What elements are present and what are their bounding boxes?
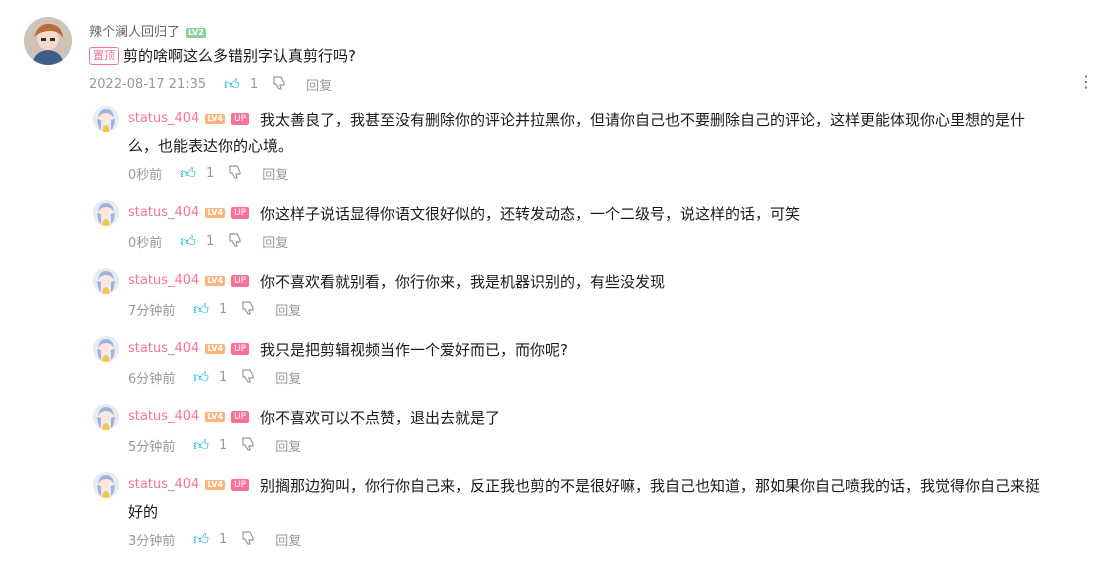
avatar-image (24, 17, 72, 65)
reply-text: 你这样子说话显得你语文很好似的，还转发动态，一个二级号，说这样的话，可笑 (260, 201, 1092, 227)
thumbs-up-icon[interactable]: 👍︎ (193, 300, 209, 319)
reply-username-row: status_404 LV4 UP (128, 341, 250, 356)
up-badge: UP (231, 206, 250, 219)
like-count: 1 (205, 234, 215, 249)
reply-meta: 5分钟前 👍︎ 1 回复 (128, 436, 301, 455)
thumbs-up-icon[interactable]: 👍︎ (224, 75, 240, 94)
up-badge: UP (231, 478, 250, 491)
reply-meta: 6分钟前 👍︎ 1 回复 (128, 368, 301, 387)
reply-button[interactable]: 回复 (275, 300, 301, 319)
avatar[interactable] (93, 404, 119, 430)
avatar[interactable] (93, 106, 119, 132)
like-count: 1 (218, 438, 228, 453)
reply-username[interactable]: status_404 (128, 341, 199, 356)
comment-time: 6分钟前 (128, 372, 176, 387)
reply-username[interactable]: status_404 (128, 273, 199, 288)
reply-button[interactable]: 回复 (262, 164, 288, 183)
thumbs-up-icon[interactable]: 👍︎ (180, 164, 196, 183)
like-count: 1 (218, 532, 228, 547)
level-badge: LV4 (205, 479, 226, 490)
reply-text: 你不喜欢看就别看，你行你来，我是机器识别的，有些没发现 (260, 269, 1092, 295)
comment-time: 5分钟前 (128, 440, 176, 455)
thumbs-down-icon[interactable] (241, 368, 255, 387)
reply-text-line: 别搁那边狗叫，你行你自己来，反正我也剪的不是很好嘛，我自己也知道，那如果你自己喷… (260, 477, 1041, 495)
reply-text-line: 你这样子说话显得你语文很好似的，还转发动态，一个二级号，说这样的话，可笑 (260, 205, 801, 223)
thumbs-down-icon[interactable] (241, 436, 255, 455)
reply-text-line: 好的 (128, 503, 159, 521)
thumbs-down-icon[interactable] (241, 530, 255, 549)
comment-time: 0秒前 (128, 168, 163, 183)
reply-meta: 7分钟前 👍︎ 1 回复 (128, 300, 301, 319)
comment-time: 2022-08-17 21:35 (89, 77, 207, 92)
reply-button[interactable]: 回复 (262, 232, 288, 251)
reply-text-line: 我只是把剪辑视频当作一个爱好而已，而你呢? (260, 341, 568, 359)
main-comment-text-row: 置顶 剪的啥啊这么多错别字认真剪行吗? (89, 45, 356, 67)
like-count: 1 (205, 166, 215, 181)
like-count: 1 (249, 77, 259, 92)
thumbs-up-icon[interactable]: 👍︎ (193, 530, 209, 549)
main-comment-meta: 2022-08-17 21:35 👍︎ 1 回复 (89, 75, 332, 94)
main-username-row: 辣个澜人回归了 LV2 (89, 21, 206, 40)
reply-text-line: 么，也能表达你的心境。 (128, 137, 294, 155)
like-count: 1 (218, 302, 228, 317)
reply-meta: 0秒前 👍︎ 1 回复 (128, 164, 288, 183)
avatar[interactable] (24, 17, 72, 65)
up-badge: UP (231, 112, 250, 125)
avatar[interactable] (93, 268, 119, 294)
thumbs-down-icon[interactable] (228, 232, 242, 251)
reply-username[interactable]: status_404 (128, 205, 199, 220)
thumbs-up-icon[interactable]: 👍︎ (193, 436, 209, 455)
reply-username-row: status_404 LV4 UP (128, 409, 250, 424)
reply-username[interactable]: status_404 (128, 477, 199, 492)
reply-meta: 3分钟前 👍︎ 1 回复 (128, 530, 301, 549)
up-badge: UP (231, 342, 250, 355)
reply-text-line: 你不喜欢可以不点赞，退出去就是了 (260, 409, 501, 427)
reply-text: 别搁那边狗叫，你行你自己来，反正我也剪的不是很好嘛，我自己也知道，那如果你自己喷… (128, 473, 1092, 525)
thumbs-down-icon[interactable] (228, 164, 242, 183)
reply-button[interactable]: 回复 (275, 436, 301, 455)
level-badge: LV4 (205, 343, 226, 354)
comment-time: 0秒前 (128, 236, 163, 251)
comment-time: 7分钟前 (128, 304, 176, 319)
avatar[interactable] (93, 472, 119, 498)
up-badge: UP (231, 274, 250, 287)
thumbs-up-icon[interactable]: 👍︎ (193, 368, 209, 387)
thumbs-down-icon[interactable] (241, 300, 255, 319)
reply-button[interactable]: 回复 (306, 75, 332, 94)
level-badge: LV4 (205, 113, 226, 124)
level-badge: LV4 (205, 207, 226, 218)
reply-username[interactable]: status_404 (128, 111, 199, 126)
level-badge: LV4 (205, 275, 226, 286)
thumbs-down-icon[interactable] (272, 75, 286, 94)
reply-username-row: status_404 LV4 UP (128, 111, 250, 126)
reply-text: 我只是把剪辑视频当作一个爱好而已，而你呢? (260, 337, 1092, 363)
reply-meta: 0秒前 👍︎ 1 回复 (128, 232, 288, 251)
main-comment-text: 剪的啥啊这么多错别字认真剪行吗? (123, 47, 356, 65)
reply-username-row: status_404 LV4 UP (128, 205, 250, 220)
avatar[interactable] (93, 200, 119, 226)
main-username[interactable]: 辣个澜人回归了 (89, 25, 180, 40)
level-badge: LV2 (186, 27, 206, 38)
reply-button[interactable]: 回复 (275, 368, 301, 387)
reply-text-line: 我太善良了，我甚至没有删除你的评论并拉黑你，但请你自己也不要删除自己的评论，这样… (260, 111, 1026, 129)
reply-text: 你不喜欢可以不点赞，退出去就是了 (260, 405, 1092, 431)
comment-time: 3分钟前 (128, 534, 176, 549)
reply-button[interactable]: 回复 (275, 530, 301, 549)
avatar[interactable] (93, 336, 119, 362)
reply-username-row: status_404 LV4 UP (128, 273, 250, 288)
up-badge: UP (231, 410, 250, 423)
reply-text: 我太善良了，我甚至没有删除你的评论并拉黑你，但请你自己也不要删除自己的评论，这样… (128, 107, 1092, 159)
level-badge: LV4 (205, 411, 226, 422)
pinned-tag: 置顶 (89, 47, 119, 65)
reply-username[interactable]: status_404 (128, 409, 199, 424)
like-count: 1 (218, 370, 228, 385)
more-vertical-icon[interactable]: ⋮ (1078, 74, 1094, 90)
thumbs-up-icon[interactable]: 👍︎ (180, 232, 196, 251)
reply-text-line: 你不喜欢看就别看，你行你来，我是机器识别的，有些没发现 (260, 273, 666, 291)
reply-username-row: status_404 LV4 UP (128, 477, 250, 492)
main-comment: 辣个澜人回归了 LV2 置顶 剪的啥啊这么多错别字认真剪行吗? 2022-08-17… (0, 0, 1101, 100)
